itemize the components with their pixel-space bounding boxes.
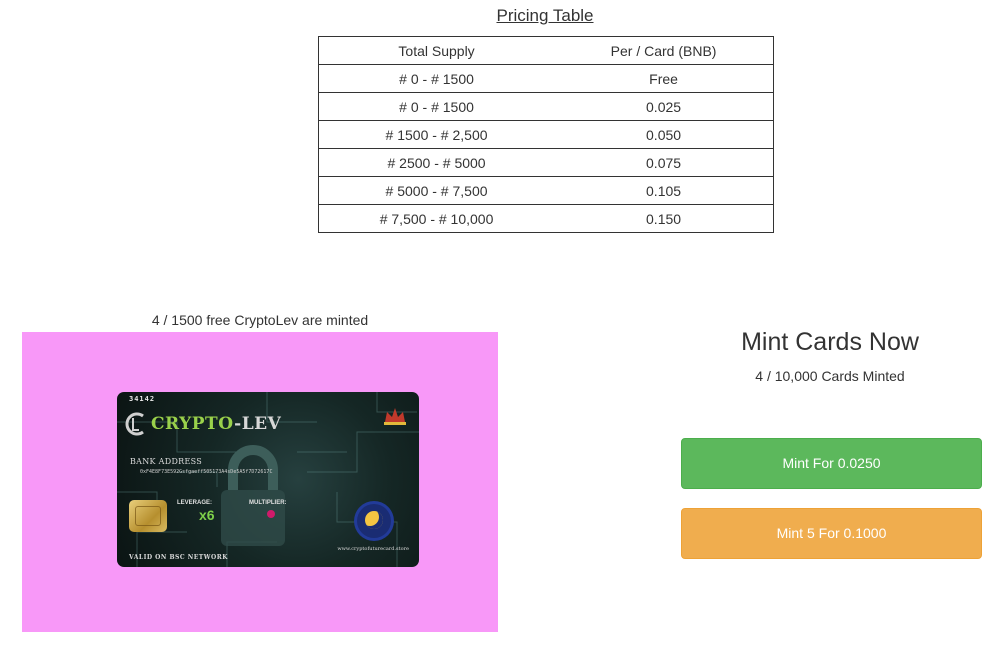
card-brand-part1: CRYPTO (151, 414, 235, 434)
pricing-table-title: Pricing Table (496, 6, 594, 25)
price-cell: 0.075 (554, 148, 775, 177)
supply-cell: # 5000 - # 7,500 (318, 176, 555, 205)
cards-minted-count: 4 / 10,000 Cards Minted (755, 368, 905, 384)
price-cell: 0.050 (554, 120, 775, 149)
table-row: # 5000 - # 7,500 0.105 (318, 176, 775, 205)
leverage-value: x6 (199, 507, 215, 523)
price-cell: 0.150 (554, 204, 775, 233)
card-brand-part2: -LEV (234, 414, 282, 434)
supply-cell: # 7,500 - # 10,000 (318, 204, 555, 233)
card-brand-name: CRYPTO-LEV (151, 414, 281, 434)
table-row: # 0 - # 1500 Free (318, 64, 775, 93)
mint-single-button[interactable]: Mint For 0.0250 (681, 438, 982, 489)
table-row: # 0 - # 1500 0.025 (318, 92, 775, 121)
supply-cell: # 0 - # 1500 (318, 92, 555, 121)
supply-cell: # 2500 - # 5000 (318, 148, 555, 177)
bank-address-value: 0xF4E8F73E592Gsfgaeff505173A4sDe5A5f7D72… (140, 469, 273, 475)
supply-cell: # 1500 - # 2,500 (318, 120, 555, 149)
pricing-table: Total Supply Per / Card (BNB) # 0 - # 15… (318, 36, 775, 233)
table-row: # 7,500 - # 10,000 0.150 (318, 204, 775, 233)
card-serial-number: 34142 (129, 395, 156, 403)
mint-five-button[interactable]: Mint 5 For 0.1000 (681, 508, 982, 559)
padlock-icon (221, 445, 285, 546)
crypto-lev-logo-icon (125, 412, 144, 436)
free-minted-count: 4 / 1500 free CryptoLev are minted (151, 312, 369, 328)
multiplier-indicator-icon (267, 510, 275, 518)
crypto-card-image: 34142 CRYPTO-LEV BANK ADDRESS 0xF4E8F73E… (117, 392, 419, 567)
leverage-label: LEVERAGE: (177, 500, 213, 506)
table-row: # 1500 - # 2,500 0.050 (318, 120, 775, 149)
valid-network-text: VALID ON BSC NETWORK (129, 554, 228, 561)
price-cell: Free (554, 64, 775, 93)
chip-icon (129, 500, 167, 532)
crown-icon (384, 408, 406, 425)
bank-address-label: BANK ADDRESS (130, 457, 203, 466)
mint-title: Mint Cards Now (741, 328, 919, 356)
table-row: # 2500 - # 5000 0.075 (318, 148, 775, 177)
price-cell: 0.105 (554, 176, 775, 205)
terra-luna-icon (357, 504, 391, 538)
price-cell: 0.025 (554, 92, 775, 121)
card-website: www.cryptofuturecard.store (337, 546, 409, 552)
table-header-row: Total Supply Per / Card (BNB) (318, 36, 775, 65)
supply-cell: # 0 - # 1500 (318, 64, 555, 93)
card-preview-panel: 34142 CRYPTO-LEV BANK ADDRESS 0xF4E8F73E… (22, 332, 498, 632)
column-header-total-supply: Total Supply (318, 36, 555, 65)
column-header-price: Per / Card (BNB) (554, 36, 775, 65)
multiplier-label: MULTIPLIER: (249, 500, 287, 506)
